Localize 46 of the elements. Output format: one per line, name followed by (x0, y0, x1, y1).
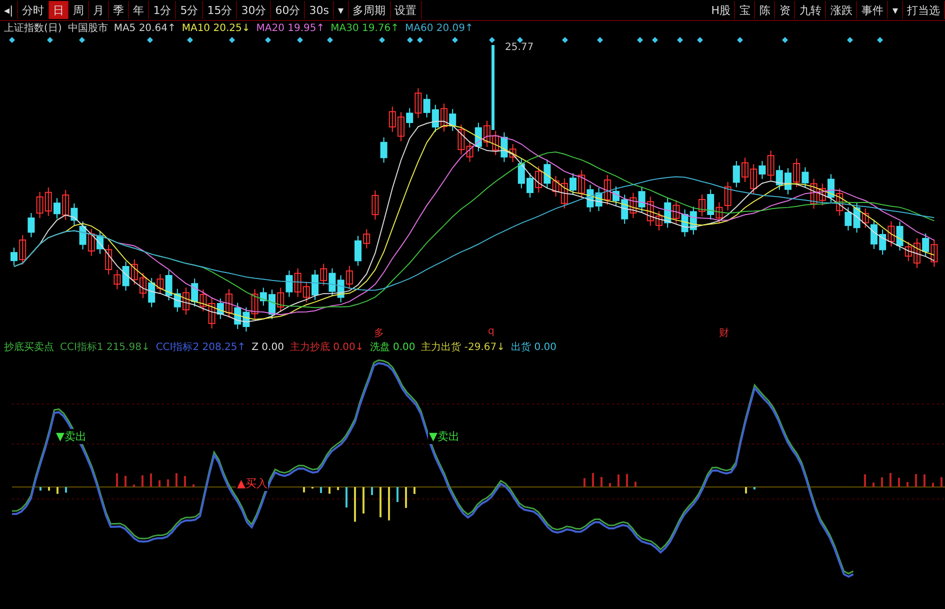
event-marker: q (488, 326, 494, 337)
toolbar-button[interactable]: ▾ (888, 1, 903, 19)
period-tab[interactable]: 30分 (237, 1, 272, 19)
event-marker: 多 (374, 327, 384, 340)
legend-text: Z 0.00 (252, 342, 284, 352)
legend-text: 主力抄底 0.00↓ (290, 340, 364, 354)
legend-text: CCI指标2 208.25↑ (156, 340, 246, 354)
period-tab[interactable]: ◂| (0, 1, 18, 19)
period-tab[interactable]: 周 (69, 1, 90, 19)
toolbar-button[interactable]: 涨跌 (826, 1, 858, 19)
signal-label: ▲买入 (236, 476, 268, 491)
toolbar-button[interactable]: 资 (775, 1, 796, 19)
legend-text: 洗盘 0.00 (370, 340, 416, 354)
period-tab[interactable]: 60分 (271, 1, 306, 19)
toolbar-button[interactable]: 事件 (857, 1, 888, 19)
legend-text: 抄底买卖点 (4, 340, 54, 354)
period-tab[interactable]: 年 (129, 1, 150, 19)
toolbar-button[interactable]: 打当选 (903, 1, 945, 19)
legend-text: MA20 19.95↑ (256, 22, 325, 34)
toolbar-button[interactable]: 九转 (795, 1, 826, 19)
legend-text: MA30 19.76↑ (330, 22, 400, 34)
period-tab[interactable]: 5分 (176, 1, 204, 19)
toolbar-button[interactable]: 宝 (735, 1, 756, 19)
period-tab[interactable]: 日 (49, 1, 70, 19)
period-tab[interactable]: 设置 (390, 1, 422, 19)
legend-text: CCI指标1 215.98↓ (60, 340, 150, 354)
legend-text: MA5 20.64↑ (114, 22, 176, 34)
period-tab[interactable]: ▾ (334, 1, 348, 19)
period-tab[interactable]: 月 (89, 1, 110, 19)
legend-text: MA60 20.09↑ (405, 22, 474, 34)
event-marker: 财 (719, 326, 729, 340)
legend-text: 主力出货 -29.67↓ (421, 340, 506, 354)
period-tab[interactable]: 1分 (149, 1, 176, 19)
legend-text: 出货 0.00 (511, 340, 556, 354)
legend-text: 上证指数(日) (4, 22, 62, 35)
period-tab[interactable]: 30s (305, 1, 334, 19)
toolbar-button[interactable]: H股 (707, 1, 736, 19)
period-tab[interactable]: 多周期 (348, 1, 390, 19)
period-tab[interactable]: 15分 (203, 1, 238, 19)
period-tab[interactable]: 季 (109, 1, 130, 19)
high-price-label: 25.77 (505, 42, 534, 53)
signal-label: ▼卖出 (428, 429, 460, 444)
toolbar-button[interactable]: 陈 (755, 1, 776, 19)
legend-text: 中国股市 (68, 22, 108, 35)
signal-label: ▼卖出 (55, 429, 88, 444)
legend-text: MA10 20.25↓ (182, 22, 250, 34)
